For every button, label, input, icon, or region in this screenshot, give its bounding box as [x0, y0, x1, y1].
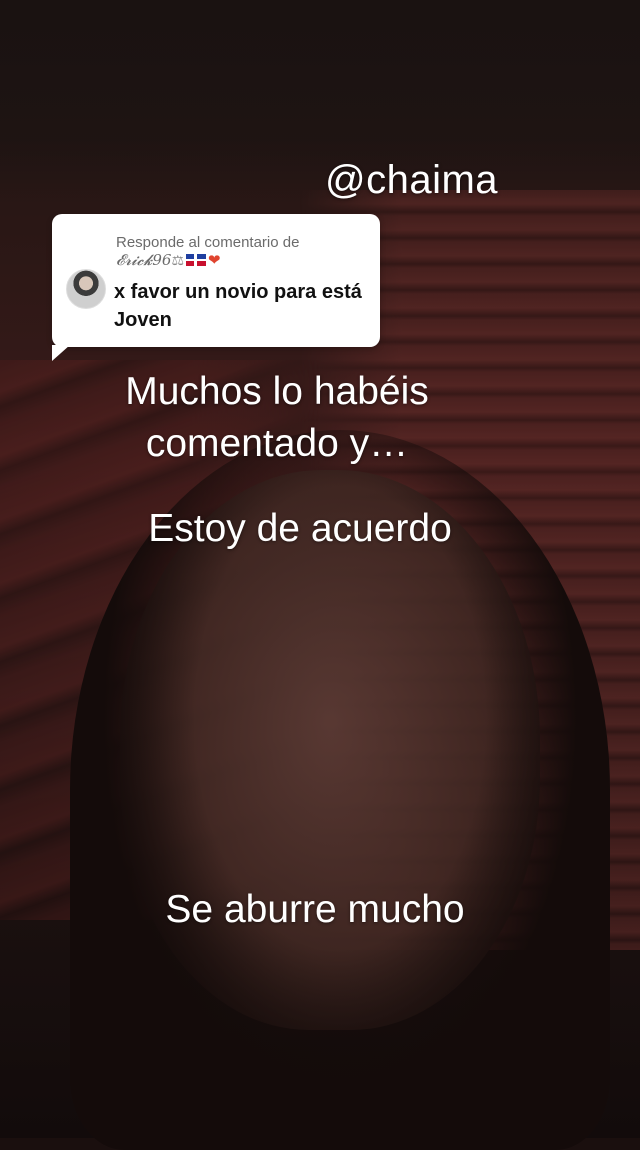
reply-comment-sticker[interactable]: Responde al comentario de 𝓔𝓻𝓲𝓬𝓴96⚖ ❤ x fa…: [52, 214, 380, 361]
username-sticker[interactable]: @chaima: [325, 158, 498, 203]
reply-label: Responde al comentario de: [116, 234, 300, 251]
commenter-avatar[interactable]: [66, 269, 106, 309]
heart-fire-icon: ❤: [208, 251, 221, 269]
scale-icon: ⚖: [171, 253, 185, 269]
caption-text-2: Estoy de acuerdo: [148, 507, 452, 550]
comment-text: x favor un novio para está Joven: [114, 281, 362, 331]
reply-username-text: 𝓔𝓻𝓲𝓬𝓴96: [116, 251, 172, 269]
video-frame[interactable]: [0, 0, 640, 1150]
top-shadow: [0, 0, 640, 200]
caption-text-1: Muchos lo habéis comentado y…: [125, 370, 429, 465]
caption-text-3: Se aburre mucho: [165, 888, 465, 931]
reply-username: 𝓔𝓻𝓲𝓬𝓴96⚖ ❤: [116, 251, 221, 269]
dominican-flag-icon: [186, 254, 207, 266]
